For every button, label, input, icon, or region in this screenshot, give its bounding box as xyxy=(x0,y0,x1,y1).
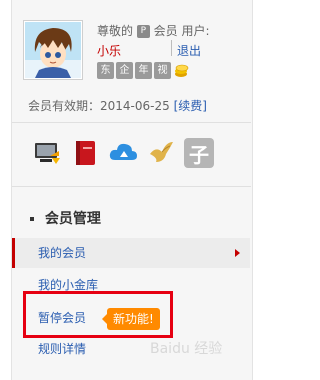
section-title-text: 会员管理 xyxy=(44,211,101,227)
gold-coins-icon[interactable] xyxy=(173,62,190,79)
menu-item-label: 我的会员 xyxy=(38,246,87,260)
renew-link[interactable]: [续费] xyxy=(174,99,207,113)
greeting-suffix: 会员 用户: xyxy=(153,24,210,38)
divider xyxy=(12,186,251,187)
privilege-icons: 东 企 年 视 xyxy=(97,62,190,79)
bird-icon[interactable] xyxy=(146,138,176,168)
privilege-dong-icon[interactable]: 东 xyxy=(97,62,114,79)
expiry-info: 会员有效期：2014-06-25 [续费] xyxy=(28,97,207,114)
desktop-app-icon[interactable] xyxy=(32,138,62,168)
divider xyxy=(171,40,172,56)
privilege-qi-icon[interactable]: 企 xyxy=(116,62,133,79)
divider xyxy=(12,122,251,123)
watermark: Baidu 经验 xyxy=(150,341,223,357)
username[interactable]: 小乐 xyxy=(97,42,121,59)
vip-level-icon: P xyxy=(136,25,150,38)
greeting-prefix: 尊敬的 xyxy=(97,24,134,38)
avatar[interactable] xyxy=(23,20,83,80)
red-book-icon[interactable] xyxy=(70,138,100,168)
greeting: 尊敬的 P 会员 用户: xyxy=(97,22,210,39)
bullet-icon xyxy=(30,217,34,221)
tools-row: 子 xyxy=(32,138,214,168)
section-title: 会员管理 xyxy=(30,208,101,228)
menu-item-my-membership[interactable]: 我的会员 xyxy=(12,238,250,268)
zi-icon-label: 子 xyxy=(189,142,209,167)
expiry-label: 会员有效期：2014-06-25 xyxy=(28,99,170,113)
privilege-shi-icon[interactable]: 视 xyxy=(154,62,171,79)
arrow-right-icon xyxy=(235,249,240,257)
logout-link[interactable]: 退出 xyxy=(177,42,201,59)
cloud-icon[interactable] xyxy=(108,138,138,168)
privilege-nian-icon[interactable]: 年 xyxy=(135,62,152,79)
highlight-box xyxy=(23,291,173,338)
menu-item-label: 规则详情 xyxy=(38,342,87,356)
menu-item-label: 我的小金库 xyxy=(38,278,99,292)
zi-icon[interactable]: 子 xyxy=(184,138,214,168)
avatar-image xyxy=(25,22,81,78)
